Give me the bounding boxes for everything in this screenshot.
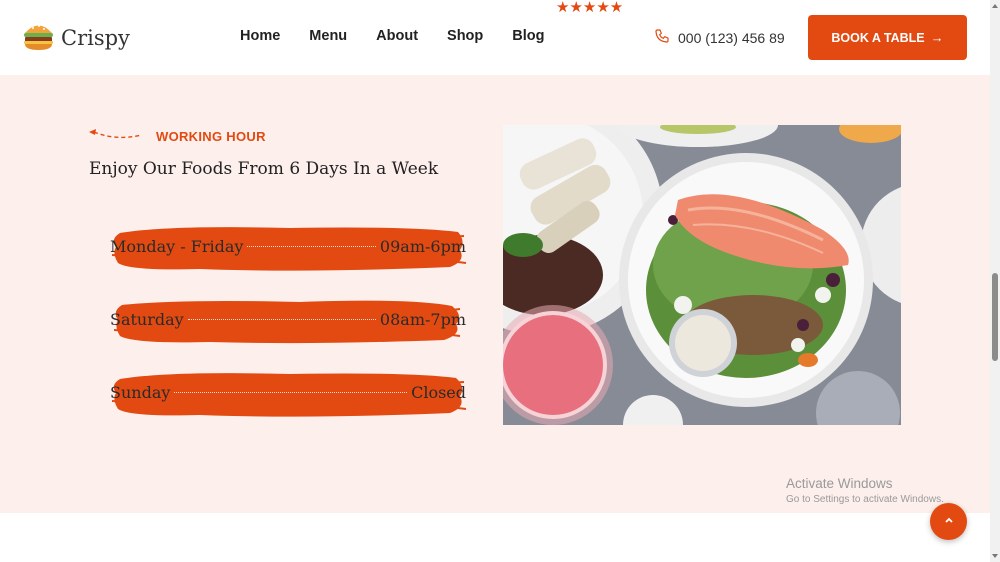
burger-icon: [22, 20, 55, 56]
dashed-arrow-icon: [88, 127, 144, 146]
day-label: Monday - Friday: [110, 237, 244, 256]
day-label: Saturday: [110, 310, 184, 329]
phone-icon: [654, 28, 670, 47]
eyebrow-label: WORKING HOUR: [156, 129, 266, 144]
time-value: 08am-7pm: [379, 310, 466, 329]
time-value: 09am-6pm: [379, 237, 466, 256]
page-scrollbar[interactable]: [990, 0, 1000, 562]
day-label: Sunday: [110, 383, 171, 402]
scroll-thumb[interactable]: [992, 273, 998, 361]
activate-windows-watermark: Activate Windows Go to Settings to activ…: [786, 476, 944, 505]
time-value: Closed: [411, 383, 466, 402]
scroll-up-arrow-icon[interactable]: [992, 4, 998, 8]
dotted-leader: [174, 392, 408, 393]
phone-contact[interactable]: 000 (123) 456 89: [654, 28, 785, 47]
chevron-up-icon: [943, 513, 955, 531]
section-eyebrow: WORKING HOUR: [88, 127, 266, 146]
working-hours-section: WORKING HOUR Enjoy Our Foods From 6 Days…: [0, 75, 990, 513]
book-table-label: BOOK A TABLE: [831, 30, 925, 45]
nav-blog[interactable]: Blog: [512, 28, 544, 44]
book-table-button[interactable]: BOOK A TABLE →: [808, 15, 967, 60]
arrow-right-icon: →: [930, 30, 944, 45]
rating-stars: ★★★★★: [556, 0, 624, 16]
dotted-leader: [247, 246, 376, 247]
brand-name: Crispy: [61, 26, 130, 50]
nav-home[interactable]: Home: [240, 28, 280, 44]
site-header: Crispy ★★★★★ Home Menu About Shop Blog 0…: [0, 0, 990, 75]
hours-row-saturday: Saturday 08am-7pm: [110, 296, 466, 344]
main-nav: Home Menu About Shop Blog: [240, 28, 574, 44]
hours-row-sunday: Sunday Closed: [110, 369, 466, 417]
scroll-down-arrow-icon[interactable]: [992, 554, 998, 558]
food-photo: [503, 125, 901, 425]
watermark-subtitle: Go to Settings to activate Windows.: [786, 494, 944, 505]
watermark-title: Activate Windows: [786, 476, 893, 491]
section-heading: Enjoy Our Foods From 6 Days In a Week: [89, 159, 439, 179]
brand-logo[interactable]: Crispy: [22, 20, 130, 56]
nav-menu[interactable]: Menu: [309, 28, 347, 44]
nav-about[interactable]: About: [376, 28, 418, 44]
nav-shop[interactable]: Shop: [447, 28, 483, 44]
hours-row-weekdays: Monday - Friday 09am-6pm: [110, 223, 466, 271]
scroll-to-top-button[interactable]: [930, 503, 967, 540]
dotted-leader: [187, 319, 376, 320]
phone-number: 000 (123) 456 89: [678, 29, 785, 46]
